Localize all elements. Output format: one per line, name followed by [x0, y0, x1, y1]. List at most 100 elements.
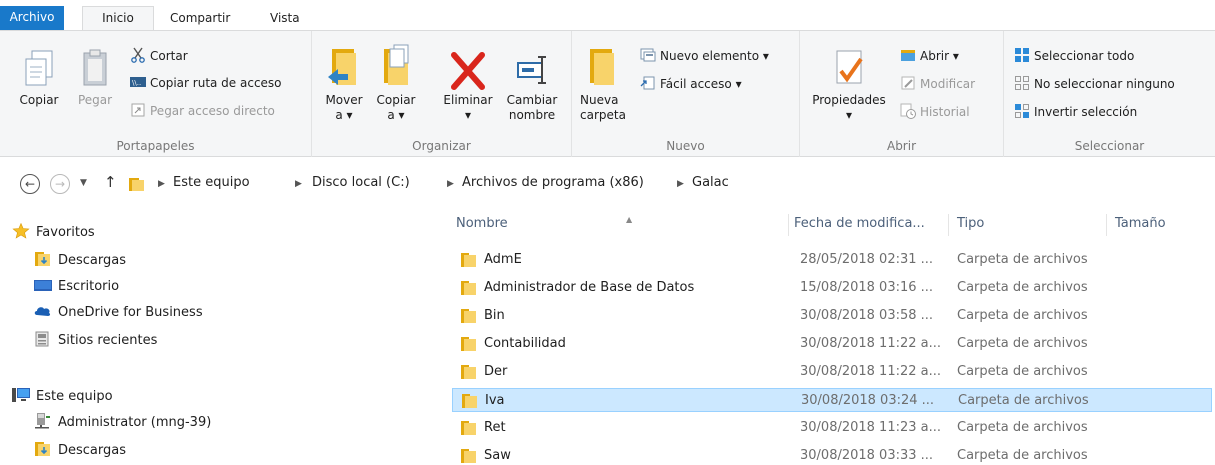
- delete-button[interactable]: Eliminar ▾: [440, 43, 496, 123]
- table-row[interactable]: Ret 30/08/2018 11:23 a... Carpeta de archi…: [452, 416, 1212, 440]
- tab-compartir[interactable]: Compartir: [162, 8, 238, 30]
- nav-pc-descargas[interactable]: Descargas: [34, 440, 126, 462]
- select-none-button[interactable]: No seleccionar ninguno: [1014, 74, 1175, 94]
- table-row[interactable]: Contabilidad 30/08/2018 11:22 a... Carpeta…: [452, 332, 1212, 356]
- file-type: Carpeta de archivos: [957, 420, 1088, 435]
- breadcrumb-este-equipo[interactable]: Este equipo: [173, 172, 250, 194]
- copy-path-icon: \\..: [130, 74, 146, 90]
- column-divider[interactable]: [788, 214, 789, 236]
- file-date: 30/08/2018 03:33 ...: [800, 448, 934, 463]
- svg-text:\\..: \\..: [132, 79, 141, 87]
- invert-selection-icon: [1014, 103, 1030, 119]
- file-date: 30/08/2018 11:22 a...: [800, 336, 942, 351]
- table-row[interactable]: Saw 30/08/2018 03:33 ... Carpeta de archiv…: [452, 444, 1212, 465]
- move-to-label-2: a ▾: [335, 108, 353, 122]
- back-button[interactable]: ←: [20, 174, 40, 194]
- copy-to-label-1: Copiar: [376, 93, 416, 107]
- file-name: AdmE: [484, 252, 522, 267]
- up-button[interactable]: ↑: [104, 173, 117, 191]
- nav-fav-descargas[interactable]: Descargas: [34, 250, 126, 272]
- nav-favorites[interactable]: Favoritos: [12, 222, 95, 244]
- shortcut-icon: [130, 102, 146, 118]
- nav-fav-escritorio[interactable]: Escritorio: [34, 276, 119, 298]
- file-type: Carpeta de archivos: [958, 393, 1089, 408]
- recent-locations-button[interactable]: ▼: [80, 178, 87, 188]
- downloads-folder-icon: [34, 251, 52, 267]
- easy-access-button[interactable]: Fácil acceso ▾: [640, 74, 742, 94]
- nav-fav-onedrive[interactable]: OneDrive for Business: [34, 302, 203, 324]
- group-organize: Mover a ▾ Copiar a ▾ Eliminar ▾ Cambiar …: [312, 31, 572, 157]
- breadcrumb-chevron-icon: ▶: [677, 179, 684, 189]
- column-header-date[interactable]: Fecha de modifica...: [794, 208, 944, 240]
- clipboard-icon: [78, 47, 112, 91]
- folder-icon: [460, 308, 478, 324]
- copy-to-button[interactable]: Copiar a ▾: [374, 43, 418, 123]
- cut-button[interactable]: Cortar: [130, 46, 188, 66]
- nav-fav-recientes[interactable]: Sitios recientes: [34, 330, 157, 352]
- column-header-name[interactable]: Nombre ▲: [456, 208, 786, 240]
- desktop-icon: [34, 277, 52, 293]
- properties-button[interactable]: Propiedades ▾: [806, 43, 892, 123]
- group-label-select: Seleccionar: [1074, 139, 1145, 153]
- forward-button[interactable]: →: [50, 174, 70, 194]
- tab-inicio[interactable]: Inicio: [82, 6, 154, 31]
- nav-this-pc-label: Este equipo: [36, 389, 113, 404]
- column-divider[interactable]: [1106, 214, 1107, 236]
- file-type: Carpeta de archivos: [957, 448, 1088, 463]
- table-row[interactable]: Iva 30/08/2018 03:24 ... Carpeta de archiv…: [452, 388, 1212, 412]
- file-date: 28/05/2018 02:31 ...: [800, 252, 934, 267]
- easy-access-icon: [640, 75, 656, 91]
- copy-icon: [22, 47, 56, 91]
- group-label-new: Nuevo: [666, 139, 705, 153]
- new-folder-button[interactable]: Nueva carpeta: [580, 43, 630, 123]
- properties-icon: [831, 43, 867, 91]
- nav-this-pc[interactable]: Este equipo: [12, 386, 113, 408]
- paste-button[interactable]: Pegar: [72, 47, 118, 108]
- table-row[interactable]: Bin 30/08/2018 03:58 ... Carpeta de archiv…: [452, 304, 1212, 328]
- select-none-icon: [1014, 75, 1030, 91]
- copy-path-button[interactable]: \\.. Copiar ruta de acceso: [130, 73, 282, 93]
- folder-icon: [460, 280, 478, 296]
- copy-button[interactable]: Copiar: [14, 47, 64, 108]
- copy-to-label-2: a ▾: [387, 108, 405, 122]
- edit-pencil-icon: [900, 75, 916, 91]
- breadcrumb-galac[interactable]: Galac: [692, 172, 729, 194]
- table-row[interactable]: Administrador de Base de Datos 15/08/2018…: [452, 276, 1212, 300]
- breadcrumb-disco-local[interactable]: Disco local (C:): [312, 172, 410, 194]
- forward-arrow-icon: →: [54, 177, 66, 191]
- file-date: 15/08/2018 03:16 ...: [800, 280, 934, 295]
- tab-archivo[interactable]: Archivo: [0, 6, 64, 30]
- nav-fav-descargas-label: Descargas: [58, 253, 127, 268]
- group-clipboard: Copiar Pegar Cortar \\.. Copiar ruta de …: [0, 31, 312, 157]
- copy-path-label: Copiar ruta de acceso: [150, 76, 282, 90]
- rename-icon: [514, 43, 550, 91]
- open-button[interactable]: Abrir ▾: [900, 46, 959, 66]
- new-item-button[interactable]: Nuevo elemento ▾: [640, 46, 769, 66]
- table-row[interactable]: Der 30/08/2018 11:22 a... Carpeta de archi…: [452, 360, 1212, 384]
- table-row[interactable]: AdmE 28/05/2018 02:31 ... Carpeta de archi…: [452, 248, 1212, 272]
- group-select: Seleccionar todo No seleccionar ninguno …: [1004, 31, 1215, 157]
- column-divider[interactable]: [948, 214, 949, 236]
- breadcrumb-archivos-programa[interactable]: Archivos de programa (x86): [462, 172, 644, 194]
- breadcrumb[interactable]: ▶ Este equipo ▶ Disco local (C:) ▶ Archi…: [150, 172, 1212, 196]
- nav-fav-recientes-label: Sitios recientes: [58, 333, 158, 348]
- invert-selection-button[interactable]: Invertir selección: [1014, 102, 1137, 122]
- new-folder-label-2: carpeta: [580, 108, 626, 122]
- paste-label: Pegar: [77, 93, 113, 107]
- column-header-size[interactable]: Tamaño: [1115, 208, 1205, 240]
- nav-pc-administrator[interactable]: Administrator (mng-39): [34, 412, 211, 434]
- column-header-type[interactable]: Tipo: [957, 208, 1097, 240]
- select-all-button[interactable]: Seleccionar todo: [1014, 46, 1134, 66]
- breadcrumb-chevron-icon: ▶: [158, 179, 165, 189]
- rename-button[interactable]: Cambiar nombre: [502, 43, 562, 123]
- history-button[interactable]: Historial: [900, 102, 970, 122]
- move-to-icon: [326, 43, 362, 91]
- tab-vista[interactable]: Vista: [262, 8, 308, 30]
- rename-label-2: nombre: [508, 108, 556, 122]
- move-to-button[interactable]: Mover a ▾: [322, 43, 366, 123]
- file-name: Der: [484, 364, 508, 379]
- edit-button[interactable]: Modificar: [900, 74, 975, 94]
- folder-icon: [460, 448, 478, 464]
- nav-pc-descargas-label: Descargas: [58, 443, 127, 458]
- paste-shortcut-button[interactable]: Pegar acceso directo: [130, 101, 275, 121]
